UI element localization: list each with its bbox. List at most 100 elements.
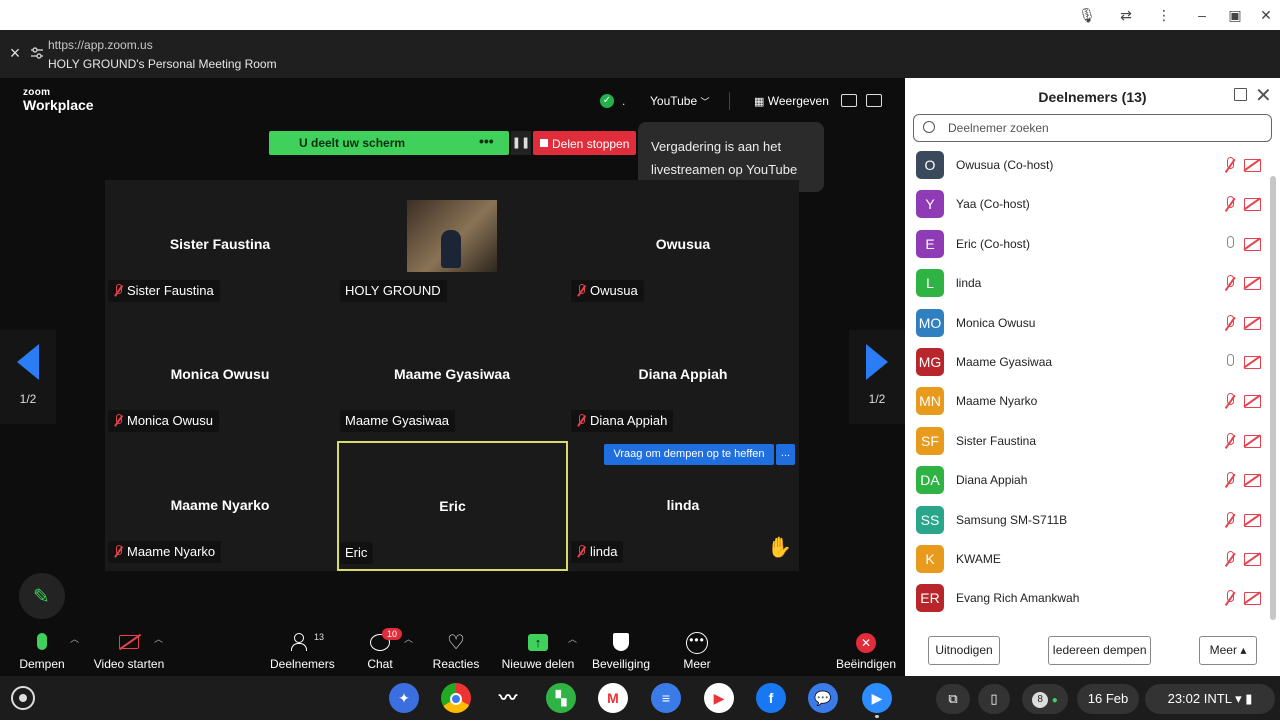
mic-icon[interactable] xyxy=(1223,235,1237,252)
notification-tray[interactable]: 8 ● xyxy=(1022,684,1068,714)
status-area[interactable]: 23:02 INTL ▾ ▮ xyxy=(1145,684,1275,714)
fullscreen-icon[interactable] xyxy=(866,94,882,107)
participant-row[interactable]: SS Samsung SM-S711B xyxy=(905,501,1270,540)
microphone-icon[interactable]: 🎙 xyxy=(1078,6,1096,24)
video-off-icon[interactable] xyxy=(1244,198,1261,212)
chrome-icon[interactable] xyxy=(441,683,471,713)
muted-mic-icon[interactable] xyxy=(1223,393,1237,409)
close-panel-icon[interactable]: ✕ xyxy=(1255,83,1272,108)
security-button[interactable]: Beveiliging xyxy=(589,630,653,671)
reactions-button[interactable]: ♡ Reacties xyxy=(430,630,482,671)
chevron-up-icon[interactable]: ︿ xyxy=(154,632,163,645)
participant-row[interactable]: MG Maame Gyasiwaa xyxy=(905,343,1270,382)
video-off-icon[interactable] xyxy=(1244,592,1261,606)
screen-capture-icon[interactable]: ⧉ xyxy=(936,684,970,714)
youtube-icon[interactable]: ▶ xyxy=(704,683,734,713)
participant-row[interactable]: MN Maame Nyarko xyxy=(905,382,1270,421)
muted-mic-icon[interactable] xyxy=(1223,157,1237,173)
video-off-icon[interactable] xyxy=(1244,474,1261,488)
apps-grid-icon[interactable]: ▚ xyxy=(546,683,576,713)
muted-mic-icon[interactable] xyxy=(1223,511,1237,528)
participant-row[interactable]: MO Monica Owusu xyxy=(905,304,1270,343)
participants-button[interactable]: Deelnemers xyxy=(270,630,335,671)
url-text[interactable]: https://app.zoom.us xyxy=(48,38,153,52)
next-page-button[interactable]: 1/2 xyxy=(849,330,905,424)
tile-more-button[interactable]: ... xyxy=(776,444,795,465)
participant-row[interactable]: SF Sister Faustina xyxy=(905,422,1270,461)
encryption-shield-icon[interactable]: ✓ xyxy=(600,94,614,108)
video-tile[interactable]: Maame Gyasiwaa Maame Gyasiwaa xyxy=(337,310,567,438)
participant-row[interactable]: DA Diana Appiah xyxy=(905,461,1270,500)
more-button[interactable]: ••• Meer xyxy=(677,630,717,671)
mute-all-button[interactable]: Iedereen dempen xyxy=(1048,636,1151,665)
sharing-status-bar[interactable]: U deelt uw scherm ••• xyxy=(269,131,509,155)
prev-page-button[interactable]: 1/2 xyxy=(0,330,56,424)
video-tile[interactable]: Maame Nyarko Maame Nyarko xyxy=(105,441,335,569)
new-share-button[interactable]: ↑ Nieuwe delen xyxy=(500,630,576,671)
muted-mic-icon[interactable] xyxy=(1223,472,1237,488)
sharing-more-icon[interactable]: ••• xyxy=(479,133,494,149)
date-button[interactable]: 16 Feb xyxy=(1077,684,1139,714)
gmail-icon[interactable]: M xyxy=(598,683,628,713)
zoom-app-icon[interactable]: ▶ xyxy=(862,683,892,713)
picture-in-picture-icon[interactable] xyxy=(841,94,857,107)
phone-hub-icon[interactable]: ▯ xyxy=(978,684,1010,714)
participant-row[interactable]: Y Yaa (Co-host) xyxy=(905,185,1270,224)
panel-more-button[interactable]: Meer ▴ xyxy=(1199,636,1257,665)
participant-row[interactable]: Llinda xyxy=(905,264,1270,303)
messages-icon[interactable]: 💬 xyxy=(808,683,838,713)
mic-icon[interactable] xyxy=(1223,354,1237,370)
video-off-icon[interactable] xyxy=(1244,553,1261,566)
end-meeting-button[interactable]: ✕ Beëindigen xyxy=(834,630,898,671)
search-input[interactable] xyxy=(948,119,1248,137)
stop-share-button[interactable]: Delen stoppen xyxy=(533,131,636,155)
gemini-icon[interactable]: ✦ xyxy=(389,683,419,713)
muted-mic-icon[interactable] xyxy=(1223,590,1237,606)
ask-to-unmute-button[interactable]: Vraag om dempen op te heffen xyxy=(604,444,774,465)
shield-dropdown[interactable]: . xyxy=(622,94,625,108)
view-button[interactable]: ▦ Weergeven xyxy=(754,94,829,108)
muted-mic-icon[interactable] xyxy=(1223,551,1237,567)
video-off-icon[interactable] xyxy=(1244,159,1261,172)
video-off-icon[interactable] xyxy=(1244,356,1261,369)
close-window-icon[interactable]: ✕ xyxy=(1257,6,1275,24)
muted-mic-icon[interactable] xyxy=(1223,432,1237,449)
maximize-icon[interactable]: ▣ xyxy=(1226,6,1244,24)
pop-out-icon[interactable] xyxy=(1234,88,1247,101)
chevron-up-icon[interactable]: ︿ xyxy=(404,632,413,645)
muted-mic-icon[interactable] xyxy=(1223,275,1237,291)
video-tile[interactable]: Sister Faustina Sister Faustina xyxy=(105,180,335,308)
participant-row[interactable]: O Owusua (Co-host) xyxy=(905,146,1270,185)
participant-row[interactable]: K KWAME xyxy=(905,540,1270,579)
cast-icon[interactable]: 〰 xyxy=(493,683,523,713)
youtube-live-dropdown[interactable]: YouTube ﹀ xyxy=(650,94,710,108)
site-settings-icon[interactable] xyxy=(30,46,44,60)
video-off-icon[interactable] xyxy=(1244,434,1261,448)
pause-share-button[interactable]: ❚❚ xyxy=(511,131,531,155)
active-speaker-tile[interactable]: Eric Eric xyxy=(337,441,568,571)
close-icon[interactable]: × xyxy=(6,44,24,62)
mute-button[interactable]: Dempen xyxy=(18,630,66,671)
annotate-button[interactable]: ✎ xyxy=(19,573,65,619)
video-tile[interactable]: Diana Appiah Diana Appiah xyxy=(568,310,798,438)
invite-button[interactable]: Uitnodigen xyxy=(928,636,1000,665)
video-off-icon[interactable] xyxy=(1244,395,1261,409)
muted-mic-icon[interactable] xyxy=(1223,314,1237,331)
kebab-menu-icon[interactable]: ⋮ xyxy=(1155,6,1173,24)
chevron-up-icon[interactable]: ︿ xyxy=(70,632,79,645)
video-off-icon[interactable] xyxy=(1244,513,1261,527)
video-off-icon[interactable] xyxy=(1244,316,1261,330)
docs-icon[interactable]: ≡ xyxy=(651,683,681,713)
translate-icon[interactable]: ⇄ xyxy=(1117,6,1135,24)
video-tile[interactable]: Monica Owusu Monica Owusu xyxy=(105,310,335,438)
video-off-icon[interactable] xyxy=(1244,237,1261,251)
participant-search[interactable] xyxy=(913,114,1272,142)
chevron-up-icon[interactable]: ︿ xyxy=(568,632,577,645)
scrollbar[interactable] xyxy=(1270,176,1276,620)
facebook-icon[interactable]: f xyxy=(756,683,786,713)
minimize-icon[interactable]: – xyxy=(1193,6,1211,24)
participant-row[interactable]: ER Evang Rich Amankwah xyxy=(905,579,1270,618)
launcher-icon[interactable] xyxy=(11,686,35,710)
muted-mic-icon[interactable] xyxy=(1223,196,1237,212)
video-tile[interactable]: Owusua Owusua xyxy=(568,180,798,308)
